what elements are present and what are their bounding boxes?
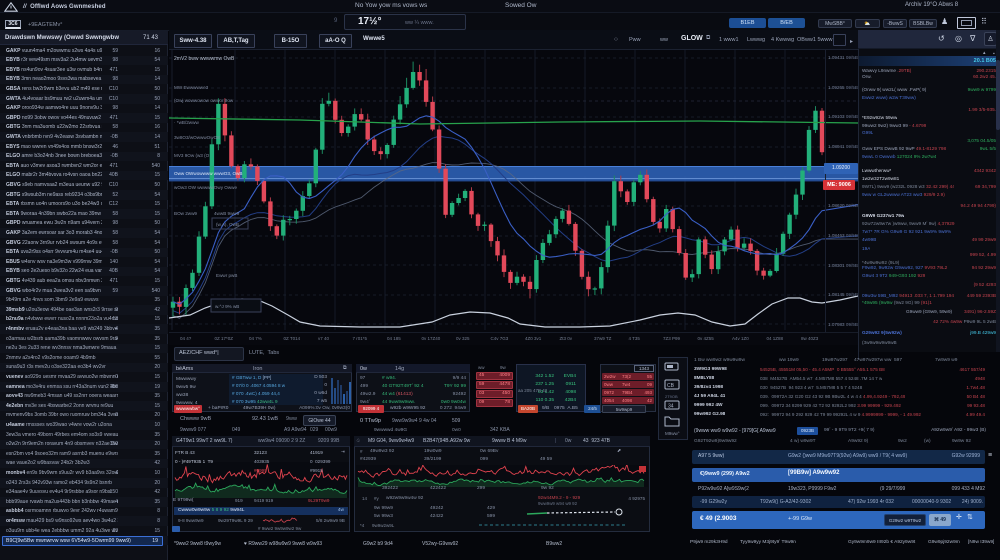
svg-text:MV3 9Ow (w3 (O: MV3 9Ow (w3 (O [174,153,210,158]
svg-text:4wwB 9ww9: 4wwB 9ww9 [214,211,240,216]
svg-text:M9ww°: M9ww° [665,431,680,436]
svg-text:wOw3 OW wwwwwOwy Owwe: wOw3 OW wwwwwOwy Owwe [174,185,237,190]
svg-text:(Owj wowwowow owwor 9ow: (Owj wowwowow owwor 9ow [174,98,234,103]
svg-text:Oww OWwowwww wwwO3, OwB: Oww OWwowwww wwwO3, OwB [174,171,242,176]
svg-text:3w8O3/wOwwwOwO8: 3w8O3/wOwwwOwO8 [174,135,220,140]
svg-text:2mV2 bww wwwwmw OwB: 2mV2 bww wwwwmw OwB [174,56,235,62]
svg-text:MW Ewwwwwe3: MW Ewwwwwe3 [174,85,209,90]
svg-text:(w,A), OwB: (w,A), OwB [216,222,239,227]
svg-text:w.^J 9% wB: w.^J 9% wB [215,304,239,309]
svg-text:CB: CB [667,383,675,389]
svg-text:34: 34 [668,404,674,410]
svg-text:BOw 2ww9: BOw 2ww9 [174,211,197,216]
svg-text:· *wB/2www: · *wB/2www [174,120,199,125]
svg-text:2T9OB: 2T9OB [665,394,678,399]
svg-text:Ewwr pwB: Ewwr pwB [216,273,237,278]
